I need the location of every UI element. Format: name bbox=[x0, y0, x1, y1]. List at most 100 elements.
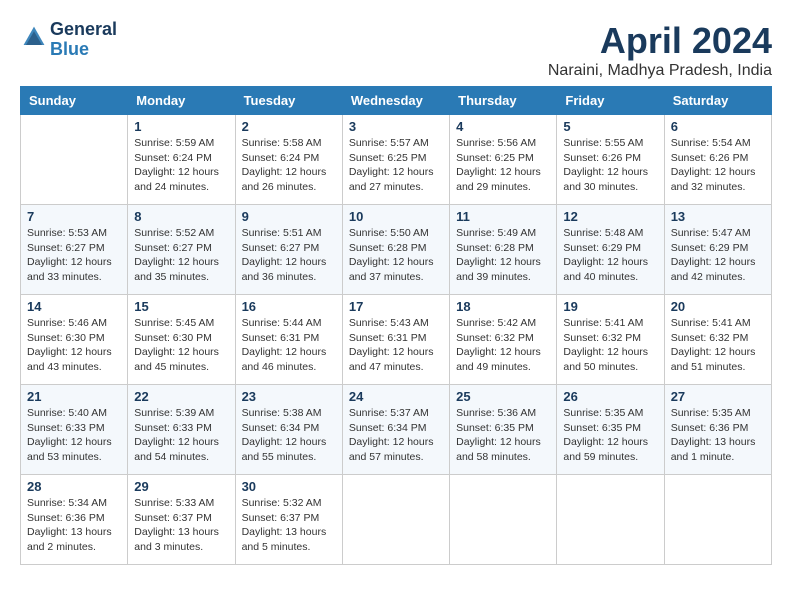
day-number-24: 24 bbox=[349, 389, 443, 404]
cell-w4-d1: 21Sunrise: 5:40 AMSunset: 6:33 PMDayligh… bbox=[21, 385, 128, 475]
day-info-12: Sunrise: 5:48 AMSunset: 6:29 PMDaylight:… bbox=[563, 226, 657, 285]
day-info-9: Sunrise: 5:51 AMSunset: 6:27 PMDaylight:… bbox=[242, 226, 336, 285]
week-row-5: 28 Sunrise: 5:34 AMSunset: 6:36 PMDayligh… bbox=[21, 475, 772, 565]
day-number-29: 29 bbox=[134, 479, 228, 494]
col-wednesday: Wednesday bbox=[342, 87, 449, 115]
cell-w5-d4 bbox=[342, 475, 449, 565]
day-number-6: 6 bbox=[671, 119, 765, 134]
cell-w1-d3: 2 Sunrise: 5:58 AMSunset: 6:24 PMDaylight… bbox=[235, 115, 342, 205]
day-number-11: 11 bbox=[456, 209, 550, 224]
day-number-21: 21 bbox=[27, 389, 121, 404]
day-info-13: Sunrise: 5:47 AMSunset: 6:29 PMDaylight:… bbox=[671, 226, 765, 285]
cell-w4-d2: 22 Sunrise: 5:39 AMSunset: 6:33 PMDayligh… bbox=[128, 385, 235, 475]
day-info-7: Sunrise: 5:53 AMSunset: 6:27 PMDaylight:… bbox=[27, 226, 121, 285]
logo: General Blue bbox=[20, 20, 117, 60]
day-info-2: Sunrise: 5:58 AMSunset: 6:24 PMDaylight:… bbox=[242, 136, 336, 195]
cell-w5-d3: 30 Sunrise: 5:32 AMSunset: 6:37 PMDayligh… bbox=[235, 475, 342, 565]
header: General Blue April 2024 Naraini, Madhya … bbox=[20, 20, 772, 80]
cell-w3-d3: 16 Sunrise: 5:44 AMSunset: 6:31 PMDayligh… bbox=[235, 295, 342, 385]
col-sunday: Sunday bbox=[21, 87, 128, 115]
day-number-26: 26 bbox=[563, 389, 657, 404]
cell-w5-d6 bbox=[557, 475, 664, 565]
location: Naraini, Madhya Pradesh, India bbox=[548, 62, 772, 80]
day-info-28: Sunrise: 5:34 AMSunset: 6:36 PMDaylight:… bbox=[27, 496, 121, 555]
cell-w2-d5: 11 Sunrise: 5:49 AMSunset: 6:28 PMDayligh… bbox=[450, 205, 557, 295]
page-container: General Blue April 2024 Naraini, Madhya … bbox=[20, 20, 772, 565]
day-info-14: Sunrise: 5:46 AMSunset: 6:30 PMDaylight:… bbox=[27, 316, 121, 375]
week-row-2: 7 Sunrise: 5:53 AMSunset: 6:27 PMDaylight… bbox=[21, 205, 772, 295]
month-title: April 2024 bbox=[548, 20, 772, 62]
day-number-8: 8 bbox=[134, 209, 228, 224]
day-info-30: Sunrise: 5:32 AMSunset: 6:37 PMDaylight:… bbox=[242, 496, 336, 555]
cell-w2-d4: 10 Sunrise: 5:50 AMSunset: 6:28 PMDayligh… bbox=[342, 205, 449, 295]
cell-w4-d6: 26 Sunrise: 5:35 AMSunset: 6:35 PMDayligh… bbox=[557, 385, 664, 475]
day-number-12: 12 bbox=[563, 209, 657, 224]
day-number-28: 28 bbox=[27, 479, 121, 494]
cell-w1-d5: 4Sunrise: 5:56 AMSunset: 6:25 PMDaylight… bbox=[450, 115, 557, 205]
day-info-3: Sunrise: 5:57 AMSunset: 6:25 PMDaylight:… bbox=[349, 136, 443, 195]
week-row-3: 14 Sunrise: 5:46 AMSunset: 6:30 PMDayligh… bbox=[21, 295, 772, 385]
cell-w4-d7: 27 Sunrise: 5:35 AMSunset: 6:36 PMDayligh… bbox=[664, 385, 771, 475]
cell-w5-d1: 28 Sunrise: 5:34 AMSunset: 6:36 PMDayligh… bbox=[21, 475, 128, 565]
day-number-16: 16 bbox=[242, 299, 336, 314]
day-number-7: 7 bbox=[27, 209, 121, 224]
day-number-9: 9 bbox=[242, 209, 336, 224]
cell-w5-d2: 29 Sunrise: 5:33 AMSunset: 6:37 PMDayligh… bbox=[128, 475, 235, 565]
cell-w2-d2: 8 Sunrise: 5:52 AMSunset: 6:27 PMDaylight… bbox=[128, 205, 235, 295]
day-info-8: Sunrise: 5:52 AMSunset: 6:27 PMDaylight:… bbox=[134, 226, 228, 285]
cell-w2-d7: 13Sunrise: 5:47 AMSunset: 6:29 PMDayligh… bbox=[664, 205, 771, 295]
day-number-10: 10 bbox=[349, 209, 443, 224]
day-number-14: 14 bbox=[27, 299, 121, 314]
day-info-29: Sunrise: 5:33 AMSunset: 6:37 PMDaylight:… bbox=[134, 496, 228, 555]
cell-w1-d7: 6 Sunrise: 5:54 AMSunset: 6:26 PMDaylight… bbox=[664, 115, 771, 205]
cell-w3-d1: 14 Sunrise: 5:46 AMSunset: 6:30 PMDayligh… bbox=[21, 295, 128, 385]
cell-w3-d4: 17 Sunrise: 5:43 AMSunset: 6:31 PMDayligh… bbox=[342, 295, 449, 385]
cell-w5-d5 bbox=[450, 475, 557, 565]
day-info-11: Sunrise: 5:49 AMSunset: 6:28 PMDaylight:… bbox=[456, 226, 550, 285]
cell-w2-d1: 7 Sunrise: 5:53 AMSunset: 6:27 PMDaylight… bbox=[21, 205, 128, 295]
day-number-30: 30 bbox=[242, 479, 336, 494]
col-monday: Monday bbox=[128, 87, 235, 115]
week-row-1: 1Sunrise: 5:59 AMSunset: 6:24 PMDaylight… bbox=[21, 115, 772, 205]
col-saturday: Saturday bbox=[664, 87, 771, 115]
day-info-16: Sunrise: 5:44 AMSunset: 6:31 PMDaylight:… bbox=[242, 316, 336, 375]
day-info-24: Sunrise: 5:37 AMSunset: 6:34 PMDaylight:… bbox=[349, 406, 443, 465]
day-info-22: Sunrise: 5:39 AMSunset: 6:33 PMDaylight:… bbox=[134, 406, 228, 465]
day-info-17: Sunrise: 5:43 AMSunset: 6:31 PMDaylight:… bbox=[349, 316, 443, 375]
day-info-26: Sunrise: 5:35 AMSunset: 6:35 PMDaylight:… bbox=[563, 406, 657, 465]
cell-w1-d1 bbox=[21, 115, 128, 205]
cell-w1-d2: 1Sunrise: 5:59 AMSunset: 6:24 PMDaylight… bbox=[128, 115, 235, 205]
title-block: April 2024 Naraini, Madhya Pradesh, Indi… bbox=[548, 20, 772, 80]
day-info-10: Sunrise: 5:50 AMSunset: 6:28 PMDaylight:… bbox=[349, 226, 443, 285]
day-info-6: Sunrise: 5:54 AMSunset: 6:26 PMDaylight:… bbox=[671, 136, 765, 195]
cell-w1-d6: 5Sunrise: 5:55 AMSunset: 6:26 PMDaylight… bbox=[557, 115, 664, 205]
cell-w5-d7 bbox=[664, 475, 771, 565]
day-info-1: Sunrise: 5:59 AMSunset: 6:24 PMDaylight:… bbox=[134, 136, 228, 195]
day-number-25: 25 bbox=[456, 389, 550, 404]
day-number-17: 17 bbox=[349, 299, 443, 314]
day-number-2: 2 bbox=[242, 119, 336, 134]
cell-w4-d3: 23Sunrise: 5:38 AMSunset: 6:34 PMDayligh… bbox=[235, 385, 342, 475]
day-info-19: Sunrise: 5:41 AMSunset: 6:32 PMDaylight:… bbox=[563, 316, 657, 375]
col-tuesday: Tuesday bbox=[235, 87, 342, 115]
day-info-25: Sunrise: 5:36 AMSunset: 6:35 PMDaylight:… bbox=[456, 406, 550, 465]
cell-w2-d3: 9 Sunrise: 5:51 AMSunset: 6:27 PMDaylight… bbox=[235, 205, 342, 295]
day-number-23: 23 bbox=[242, 389, 336, 404]
calendar-table: Sunday Monday Tuesday Wednesday Thursday… bbox=[20, 86, 772, 565]
day-number-4: 4 bbox=[456, 119, 550, 134]
day-info-18: Sunrise: 5:42 AMSunset: 6:32 PMDaylight:… bbox=[456, 316, 550, 375]
day-info-27: Sunrise: 5:35 AMSunset: 6:36 PMDaylight:… bbox=[671, 406, 765, 465]
day-number-19: 19 bbox=[563, 299, 657, 314]
cell-w1-d4: 3Sunrise: 5:57 AMSunset: 6:25 PMDaylight… bbox=[342, 115, 449, 205]
col-friday: Friday bbox=[557, 87, 664, 115]
cell-w3-d5: 18 Sunrise: 5:42 AMSunset: 6:32 PMDayligh… bbox=[450, 295, 557, 385]
day-number-22: 22 bbox=[134, 389, 228, 404]
day-number-18: 18 bbox=[456, 299, 550, 314]
day-number-27: 27 bbox=[671, 389, 765, 404]
col-thursday: Thursday bbox=[450, 87, 557, 115]
weekday-header-row: Sunday Monday Tuesday Wednesday Thursday… bbox=[21, 87, 772, 115]
cell-w2-d6: 12 Sunrise: 5:48 AMSunset: 6:29 PMDayligh… bbox=[557, 205, 664, 295]
day-number-15: 15 bbox=[134, 299, 228, 314]
cell-w3-d6: 19 Sunrise: 5:41 AMSunset: 6:32 PMDayligh… bbox=[557, 295, 664, 385]
logo-text-line1: General bbox=[50, 20, 117, 40]
